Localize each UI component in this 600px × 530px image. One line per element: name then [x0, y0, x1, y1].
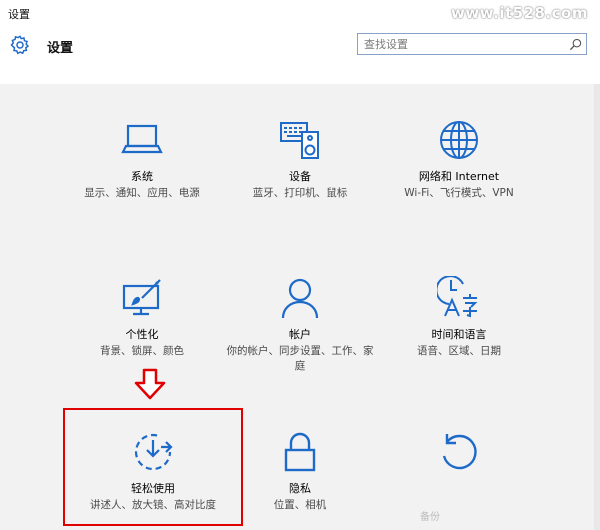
tile-title: 隐私 — [289, 482, 311, 495]
bottom-partial-text: 备份 — [420, 512, 440, 523]
gear-icon — [10, 35, 30, 55]
tile-system[interactable]: 系统 显示、通知、应用、电源 — [62, 118, 222, 201]
tile-description: 显示、通知、应用、电源 — [84, 187, 200, 199]
tile-update-security[interactable] — [379, 430, 539, 482]
watermark: www.it528.com — [451, 4, 588, 22]
window-title: 设置 — [8, 8, 30, 21]
search-icon[interactable] — [569, 38, 582, 51]
arrow-down-icon — [134, 368, 166, 400]
search-box[interactable] — [357, 33, 587, 55]
person-icon — [281, 278, 319, 319]
tile-time-language[interactable]: 时间和语言 语音、区域、日期 — [379, 276, 539, 359]
devices-icon — [280, 122, 319, 159]
tile-description: 语音、区域、日期 — [417, 345, 501, 357]
scrollbar[interactable] — [594, 84, 600, 530]
tile-description: 蓝牙、打印机、鼠标 — [252, 187, 348, 199]
tile-title: 网络和 Internet — [418, 170, 500, 183]
tile-description: 你的帐户、同步设置、工作、家庭 — [226, 345, 374, 372]
tile-description: 背景、锁屏、颜色 — [100, 345, 184, 357]
title-bar: 设置 www.it528.com — [0, 0, 600, 27]
tile-personalization[interactable]: 个性化 背景、锁屏、颜色 — [62, 276, 222, 359]
lock-icon — [284, 432, 316, 472]
page-title: 设置 — [47, 41, 74, 56]
highlight-box — [63, 408, 243, 526]
tile-title: 个性化 — [125, 328, 159, 341]
time-language-icon — [437, 276, 478, 318]
tile-title: 系统 — [131, 170, 153, 183]
tile-title: 帐户 — [289, 328, 311, 341]
tile-accounts[interactable]: 帐户 你的帐户、同步设置、工作、家庭 — [220, 276, 380, 374]
tile-privacy[interactable]: 隐私 位置、相机 — [220, 430, 380, 513]
search-input[interactable] — [364, 36, 564, 52]
tile-devices[interactable]: 设备 蓝牙、打印机、鼠标 — [220, 118, 380, 201]
tile-description: Wi-Fi、飞行模式、VPN — [404, 187, 514, 199]
tile-title: 时间和语言 — [431, 328, 487, 341]
tile-description: 位置、相机 — [273, 499, 327, 511]
personalization-icon — [122, 279, 161, 316]
header: 设置 — [0, 26, 600, 84]
laptop-icon — [121, 124, 163, 154]
globe-icon — [440, 121, 478, 159]
tile-title: 设备 — [289, 170, 311, 183]
tile-network[interactable]: 网络和 Internet Wi-Fi、飞行模式、VPN — [379, 118, 539, 201]
update-icon — [442, 434, 477, 470]
